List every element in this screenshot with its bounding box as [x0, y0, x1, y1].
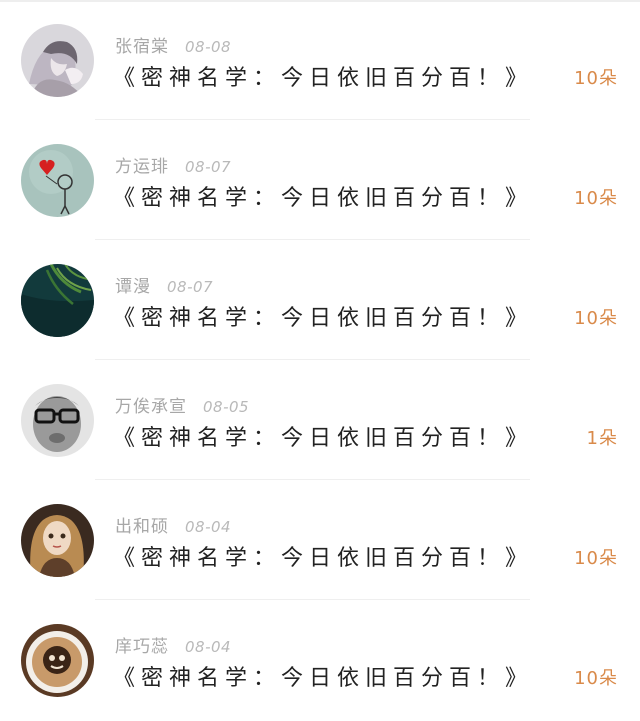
item-date: 08-04	[185, 638, 232, 656]
list-item[interactable]: 出和硕 08-04 《密神名学：今日依旧百分百！》 10朵	[0, 480, 640, 600]
item-message: 《密神名学：今日依旧百分百！》	[113, 666, 534, 691]
user-name[interactable]: 张宿棠	[115, 37, 169, 57]
item-message: 《密神名学：今日依旧百分百！》	[113, 306, 534, 331]
item-message: 《密神名学：今日依旧百分百！》	[113, 66, 534, 91]
item-message: 《密神名学：今日依旧百分百！》	[113, 186, 534, 211]
gift-list: 张宿棠 08-08 《密神名学：今日依旧百分百！》 10朵 方运琲 08-07 《密…	[0, 0, 640, 721]
item-date: 08-07	[185, 158, 232, 176]
item-date: 08-08	[185, 38, 232, 56]
list-item[interactable]: 张宿棠 08-08 《密神名学：今日依旧百分百！》 10朵	[0, 0, 640, 120]
doodle-heart-balloon-avatar-icon[interactable]	[21, 144, 94, 217]
user-name[interactable]: 出和硕	[115, 517, 169, 537]
item-date: 08-07	[167, 278, 214, 296]
flower-count: 10朵	[574, 308, 618, 329]
list-item[interactable]: 方运琲 08-07 《密神名学：今日依旧百分百！》 10朵	[0, 120, 640, 240]
item-meta: 谭漫 08-07	[115, 272, 214, 297]
list-item[interactable]: 谭漫 08-07 《密神名学：今日依旧百分百！》 10朵	[0, 240, 640, 360]
item-message: 《密神名学：今日依旧百分百！》	[113, 426, 534, 451]
doll-girl-avatar-icon[interactable]	[21, 504, 94, 577]
item-meta: 方运琲 08-07	[115, 152, 232, 177]
flower-count: 1朵	[586, 428, 618, 449]
list-item[interactable]: 庠巧蕊 08-04 《密神名学：今日依旧百分百！》 10朵	[0, 600, 640, 720]
item-meta: 出和硕 08-04	[115, 512, 232, 537]
anime-couple-avatar-icon[interactable]	[21, 24, 94, 97]
flower-count: 10朵	[574, 68, 618, 89]
item-message: 《密神名学：今日依旧百分百！》	[113, 546, 534, 571]
latte-art-avatar-icon[interactable]	[21, 624, 94, 697]
item-meta: 张宿棠 08-08	[115, 32, 232, 57]
item-meta: 庠巧蕊 08-04	[115, 632, 232, 657]
item-meta: 万俟承宣 08-05	[115, 392, 250, 417]
list-item[interactable]: 万俟承宣 08-05 《密神名学：今日依旧百分百！》 1朵	[0, 360, 640, 480]
flower-count: 10朵	[574, 668, 618, 689]
flower-count: 10朵	[574, 188, 618, 209]
user-name[interactable]: 万俟承宣	[115, 397, 187, 417]
flower-count: 10朵	[574, 548, 618, 569]
item-date: 08-05	[203, 398, 250, 416]
user-name[interactable]: 方运琲	[115, 157, 169, 177]
glasses-kid-avatar-icon[interactable]	[21, 384, 94, 457]
user-name[interactable]: 庠巧蕊	[115, 637, 169, 657]
green-leaves-avatar-icon[interactable]	[21, 264, 94, 337]
item-date: 08-04	[185, 518, 232, 536]
user-name[interactable]: 谭漫	[115, 277, 151, 297]
